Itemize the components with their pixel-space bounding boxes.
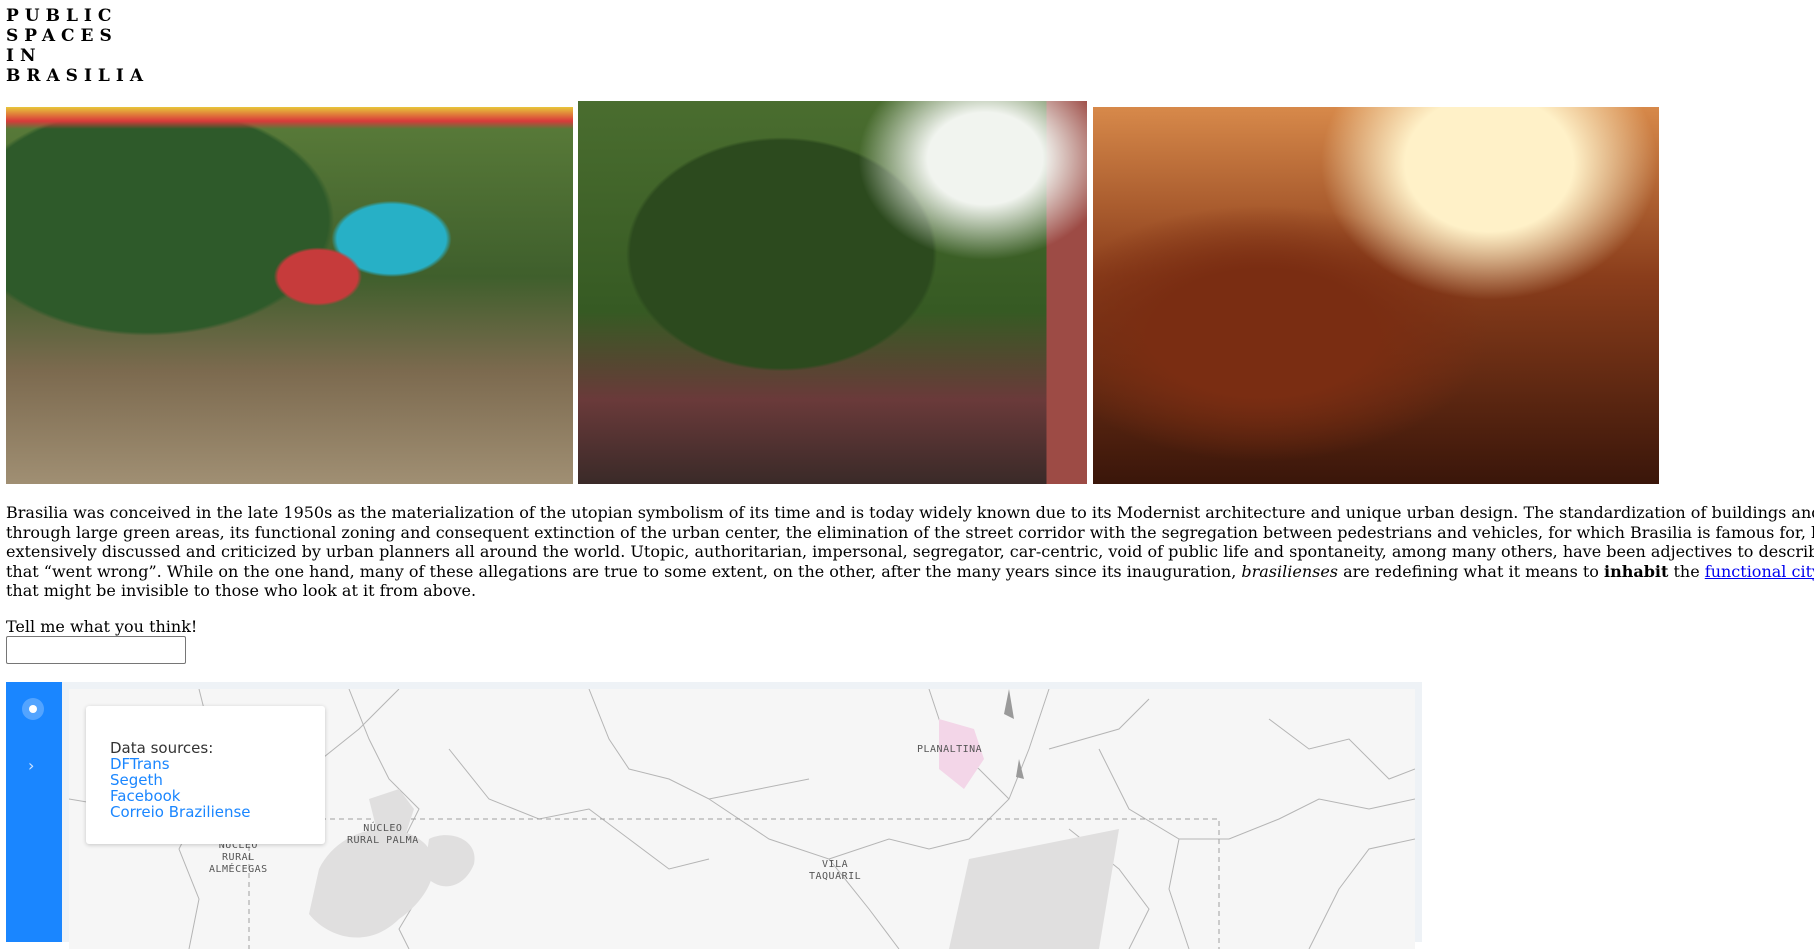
title-line: SPACES (6, 26, 118, 46)
title-line: PUBLIC (6, 6, 118, 26)
intro-text: extensively discussed and criticized by … (6, 542, 1814, 561)
photo-carnival (578, 101, 1087, 484)
map-label-nucleo-rural-palma: NÚCLEO RURAL PALMA (347, 823, 419, 846)
functional-city-link[interactable]: functional city (1705, 562, 1814, 581)
intro-text: Brasilia was conceived in the late 1950s… (6, 503, 1814, 522)
source-link-correio-braziliense[interactable]: Correio Braziliense (110, 804, 325, 820)
map-label-planaltina: PLANALTINA (917, 744, 983, 755)
intro-italic: brasilienses (1241, 561, 1339, 581)
source-link-facebook[interactable]: Facebook (110, 788, 325, 804)
intro-text: through large green areas, its functiona… (6, 522, 1814, 542)
intro-text: are redefining what it means to (1338, 561, 1605, 581)
intro-text: the (1668, 561, 1705, 581)
intro-paragraph: Brasilia was conceived in the late 1950s… (6, 503, 1814, 601)
map-label-nucleo-rural-almecegas: NÚCLEO RURAL ALMÉCEGAS (209, 840, 268, 875)
map-label-vila-taquaril: VILA TAQUARIL (809, 859, 862, 882)
intro-bold: inhabit (1604, 561, 1669, 581)
title-line: BRASILIA (6, 66, 150, 86)
chevron-right-icon[interactable]: › (28, 756, 34, 775)
map-sidebar: › (6, 682, 62, 942)
photo-night-festival (1093, 107, 1659, 484)
data-sources-panel: Data sources: DFTrans Segeth Facebook Co… (86, 706, 325, 844)
source-link-dftrans[interactable]: DFTrans (110, 756, 325, 772)
location-dot-icon[interactable] (22, 698, 44, 720)
intro-text: that might be invisible to those who loo… (6, 581, 477, 600)
feedback-input[interactable] (6, 636, 186, 664)
data-sources-heading: Data sources: (110, 739, 214, 757)
photo-fair (6, 107, 573, 484)
source-link-segeth[interactable]: Segeth (110, 772, 325, 788)
site-title: PUBLIC SPACES IN BRASILIA (6, 6, 149, 86)
feedback-prompt: Tell me what you think! (6, 617, 198, 636)
title-line: IN (6, 46, 42, 66)
intro-text: that “went wrong”. While on the one hand… (6, 561, 1242, 581)
